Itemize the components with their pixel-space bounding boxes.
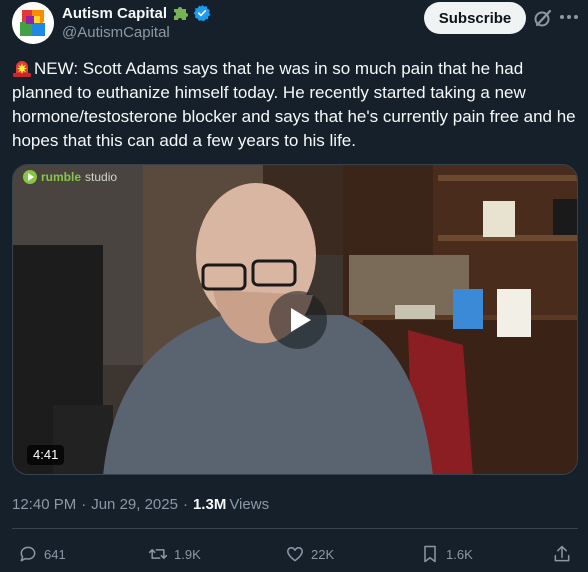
more-options-icon[interactable] bbox=[560, 12, 580, 22]
heart-icon bbox=[286, 547, 304, 562]
separator-dot: · bbox=[81, 495, 87, 513]
reply-icon bbox=[20, 546, 36, 562]
like-button[interactable]: 22K bbox=[285, 540, 334, 568]
separator-dot: · bbox=[182, 495, 188, 513]
reply-count: 641 bbox=[44, 546, 66, 562]
share-icon bbox=[554, 545, 570, 562]
bookmark-button[interactable]: 1.6K bbox=[420, 540, 473, 568]
grok-icon[interactable] bbox=[533, 8, 553, 28]
tweet-text-block: NEW: Scott Adams says that he was in so … bbox=[12, 57, 578, 153]
tweet-meta: 12:40 PM · Jun 29, 2025 · 1.3M Views bbox=[12, 494, 269, 514]
siren-icon bbox=[13, 61, 31, 77]
display-name[interactable]: Autism Capital bbox=[62, 5, 167, 22]
subscribe-button[interactable]: Subscribe bbox=[424, 2, 526, 34]
rumble-watermark: rumble studio bbox=[23, 168, 117, 186]
reply-button[interactable]: 641 bbox=[18, 540, 66, 568]
rumble-suffix: studio bbox=[85, 170, 118, 184]
action-bar: 641 1.9K 22K 1.6K bbox=[12, 540, 578, 568]
rumble-brand: rumble bbox=[41, 170, 82, 184]
play-button[interactable] bbox=[269, 291, 327, 349]
repost-button[interactable]: 1.9K bbox=[148, 540, 201, 568]
tweet-card: Autism Capital @AutismCapital Subscribe … bbox=[0, 0, 588, 572]
rumble-logo-icon bbox=[23, 170, 37, 184]
views-count[interactable]: 1.3M bbox=[193, 496, 226, 513]
post-date[interactable]: Jun 29, 2025 bbox=[91, 496, 178, 513]
play-icon bbox=[290, 308, 311, 332]
divider bbox=[12, 528, 578, 529]
repost-icon bbox=[148, 549, 168, 559]
video-player[interactable]: rumble studio 4:41 bbox=[12, 164, 578, 475]
views-label: Views bbox=[229, 495, 270, 513]
verified-badge-icon[interactable] bbox=[193, 4, 211, 22]
author-handle[interactable]: @AutismCapital bbox=[62, 24, 170, 41]
puzzle-piece-icon bbox=[174, 7, 189, 20]
bookmark-count: 1.6K bbox=[446, 546, 473, 562]
repost-count: 1.9K bbox=[174, 546, 201, 562]
author-name-row: Autism Capital bbox=[62, 3, 211, 23]
puzzle-logo-icon bbox=[12, 2, 54, 44]
bookmark-icon bbox=[424, 545, 436, 563]
like-count: 22K bbox=[311, 546, 335, 562]
post-time[interactable]: 12:40 PM bbox=[12, 496, 76, 513]
share-button[interactable] bbox=[552, 540, 572, 568]
avatar[interactable] bbox=[12, 2, 54, 44]
tweet-text: NEW: Scott Adams says that he was in so … bbox=[12, 59, 576, 150]
tweet-header: Autism Capital @AutismCapital Subscribe bbox=[12, 0, 580, 50]
video-duration: 4:41 bbox=[27, 445, 65, 465]
